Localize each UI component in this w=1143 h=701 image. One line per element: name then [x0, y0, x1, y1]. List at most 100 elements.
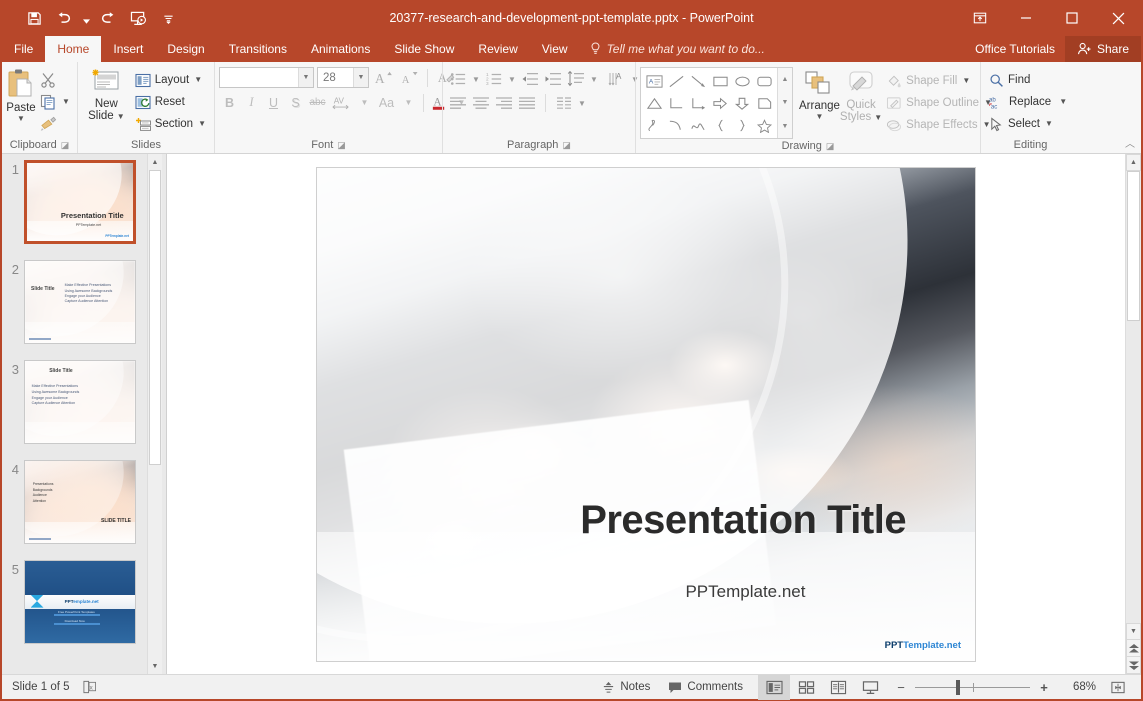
change-case-dropdown-icon[interactable]: ▼ [398, 92, 419, 113]
zoom-control[interactable]: − + 68% [886, 675, 1141, 700]
arrange-dropdown-icon[interactable]: ▼ [816, 114, 824, 120]
office-tutorials-link[interactable]: Office Tutorials [965, 36, 1065, 62]
slide-editing-area[interactable]: Presentation Title PPTemplate.net PPTTem… [167, 154, 1125, 674]
tab-review[interactable]: Review [466, 36, 529, 62]
quick-styles-dropdown-icon[interactable]: ▼ [874, 113, 882, 122]
cut-button[interactable] [36, 69, 74, 91]
decrease-font-size-button[interactable]: A [398, 67, 421, 88]
slide-title-text[interactable]: Presentation Title [580, 498, 906, 543]
redo-button[interactable] [94, 5, 122, 31]
shapes-scroll-up-icon[interactable]: ▲ [778, 68, 792, 91]
maximize-button[interactable] [1049, 0, 1095, 36]
shape-elbow-arrow-connector[interactable] [687, 92, 709, 114]
minimize-button[interactable] [1003, 0, 1049, 36]
font-dialog-launcher[interactable]: ◪ [337, 140, 346, 151]
accessibility-icon[interactable]: x [82, 680, 97, 694]
thumbnail-scrollbar-thumb[interactable] [149, 170, 161, 465]
slide-sorter-view-button[interactable] [790, 675, 822, 700]
section-dropdown-icon[interactable]: ▼ [198, 121, 206, 127]
line-spacing-button[interactable] [565, 68, 587, 90]
align-left-button[interactable] [447, 92, 469, 114]
shape-scribble[interactable] [643, 114, 665, 136]
customize-quick-access-toolbar-button[interactable] [154, 5, 182, 31]
shape-fill-dropdown-icon[interactable]: ▼ [962, 78, 970, 84]
underline-button[interactable]: U [263, 92, 284, 113]
thumbnail-scrollbar[interactable]: ▲ ▼ [147, 154, 162, 674]
undo-dropdown-icon[interactable] [80, 5, 92, 31]
collapse-ribbon-button[interactable]: ︿ [1125, 135, 1135, 150]
bullets-button[interactable] [447, 68, 469, 90]
replace-dropdown-icon[interactable]: ▼ [1059, 99, 1067, 105]
character-spacing-dropdown-icon[interactable]: ▼ [354, 92, 375, 113]
layout-button[interactable]: Layout ▼ [131, 69, 210, 91]
current-slide[interactable]: Presentation Title PPTemplate.net PPTTem… [316, 167, 976, 662]
slide-show-view-button[interactable] [854, 675, 886, 700]
shape-elbow-connector[interactable] [665, 92, 687, 114]
tab-design[interactable]: Design [155, 36, 216, 62]
columns-button[interactable] [553, 92, 575, 114]
thumbnail-image-1[interactable]: Presentation Title PPTemplate.net PPTemp… [24, 160, 136, 244]
quick-styles-button[interactable]: Quick Styles▼ [840, 67, 882, 123]
clipboard-dialog-launcher[interactable]: ◪ [61, 140, 70, 151]
shape-line-arrow[interactable] [687, 70, 709, 92]
thumbnail-scroll-up-icon[interactable]: ▲ [148, 154, 162, 170]
scroll-up-icon[interactable]: ▲ [1126, 154, 1141, 171]
shape-rectangle[interactable] [709, 70, 731, 92]
shape-effects-button[interactable]: Shape Effects ▼ [882, 114, 996, 136]
scrollbar-thumb[interactable] [1127, 171, 1140, 321]
text-direction-button[interactable]: A [606, 68, 628, 90]
undo-button[interactable] [50, 5, 78, 31]
change-case-button[interactable]: Aa [376, 92, 397, 113]
zoom-slider[interactable] [915, 675, 1030, 700]
thumbnail-image-2[interactable]: Slide Title Make Effective Presentations… [24, 260, 136, 344]
tab-transitions[interactable]: Transitions [217, 36, 299, 62]
slide-thumbnail-pane[interactable]: 1 Presentation Title PPTemplate.net PPTe… [2, 154, 162, 674]
tab-animations[interactable]: Animations [299, 36, 382, 62]
increase-font-size-button[interactable]: A [372, 67, 395, 88]
shape-right-arrow[interactable] [709, 92, 731, 114]
new-slide-button[interactable]: New Slide▼ [82, 65, 131, 122]
zoom-level-label[interactable]: 68% [1058, 681, 1096, 693]
shape-oval[interactable] [731, 70, 753, 92]
scrollbar-track[interactable] [1126, 171, 1141, 623]
thumbnail-slide-4[interactable]: 4 Presentations Backgrounds Audience Att… [2, 460, 162, 560]
tab-home[interactable]: Home [45, 36, 101, 62]
line-spacing-dropdown-icon[interactable]: ▼ [588, 68, 600, 90]
shape-fill-button[interactable]: Shape Fill ▼ [882, 70, 996, 92]
thumbnail-image-4[interactable]: Presentations Backgrounds Audience Atten… [24, 460, 136, 544]
previous-slide-button[interactable] [1126, 640, 1141, 657]
slide-vertical-scrollbar[interactable]: ▲ ▼ [1125, 154, 1141, 674]
font-size-dropdown-icon[interactable]: ▼ [353, 68, 368, 87]
arrange-button[interactable]: Arrange ▼ [799, 67, 840, 120]
scroll-down-icon[interactable]: ▼ [1126, 623, 1141, 640]
font-size-input[interactable]: 28 ▼ [317, 67, 369, 88]
shape-star[interactable] [753, 114, 775, 136]
shape-curve-arc[interactable] [665, 114, 687, 136]
normal-view-button[interactable] [758, 675, 790, 700]
italic-button[interactable]: I [241, 92, 262, 113]
drawing-dialog-launcher[interactable]: ◪ [826, 141, 835, 152]
slide-indicator[interactable]: Slide 1 of 5 [12, 681, 70, 693]
increase-indent-button[interactable] [542, 68, 564, 90]
center-button[interactable] [470, 92, 492, 114]
slide-subtitle-text[interactable]: PPTemplate.net [685, 582, 805, 602]
close-button[interactable] [1095, 0, 1141, 36]
text-shadow-button[interactable]: S [285, 92, 306, 113]
start-from-beginning-button[interactable] [124, 5, 152, 31]
shape-down-arrow[interactable] [731, 92, 753, 114]
share-button[interactable]: Share [1065, 36, 1141, 62]
shapes-gallery-more-icon[interactable]: ▼ [778, 115, 792, 138]
shape-pentagon-flag[interactable] [753, 92, 775, 114]
shape-rounded-rectangle[interactable] [753, 70, 775, 92]
font-name-dropdown-icon[interactable]: ▼ [298, 68, 313, 87]
shape-right-brace[interactable] [731, 114, 753, 136]
ribbon-display-options-button[interactable] [957, 0, 1003, 36]
tell-me-search[interactable]: Tell me what you want to do... [580, 36, 775, 62]
shape-left-brace[interactable] [709, 114, 731, 136]
copy-dropdown-icon[interactable]: ▼ [62, 99, 70, 105]
paragraph-dialog-launcher[interactable]: ◪ [562, 140, 571, 151]
copy-button[interactable]: ▼ [36, 91, 74, 113]
fit-to-window-button[interactable] [1103, 680, 1133, 695]
layout-dropdown-icon[interactable]: ▼ [194, 77, 202, 83]
thumbnail-image-5[interactable]: PPTemplate.net Free PowerPoint Templates… [24, 560, 136, 644]
